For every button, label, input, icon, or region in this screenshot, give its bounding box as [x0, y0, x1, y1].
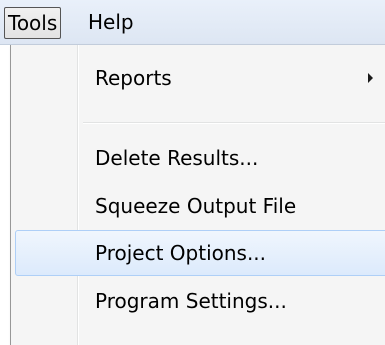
menu-item-delete-results[interactable]: Delete Results...	[15, 135, 385, 181]
menu-item-label: Reports	[95, 66, 172, 90]
app-window: Tools Help Reports Delete Results... Squ…	[0, 0, 385, 345]
menu-separator	[83, 122, 385, 124]
menu-item-label: Program Settings...	[95, 289, 287, 313]
chevron-right-icon	[368, 73, 373, 83]
tools-dropdown-menu: Reports Delete Results... Squeeze Output…	[10, 45, 385, 345]
menu-item-label: Squeeze Output File	[95, 194, 297, 218]
menu-item-program-settings[interactable]: Program Settings...	[15, 278, 385, 324]
menu-help[interactable]: Help	[88, 7, 134, 37]
menu-item-reports[interactable]: Reports	[15, 55, 385, 101]
menu-item-project-options[interactable]: Project Options...	[15, 230, 385, 276]
menu-bar: Tools Help	[0, 0, 385, 45]
menu-tools[interactable]: Tools	[4, 7, 62, 39]
menu-item-label: Project Options...	[95, 241, 267, 265]
menu-item-squeeze-output-file[interactable]: Squeeze Output File	[15, 183, 385, 229]
menu-item-label: Delete Results...	[95, 146, 259, 170]
